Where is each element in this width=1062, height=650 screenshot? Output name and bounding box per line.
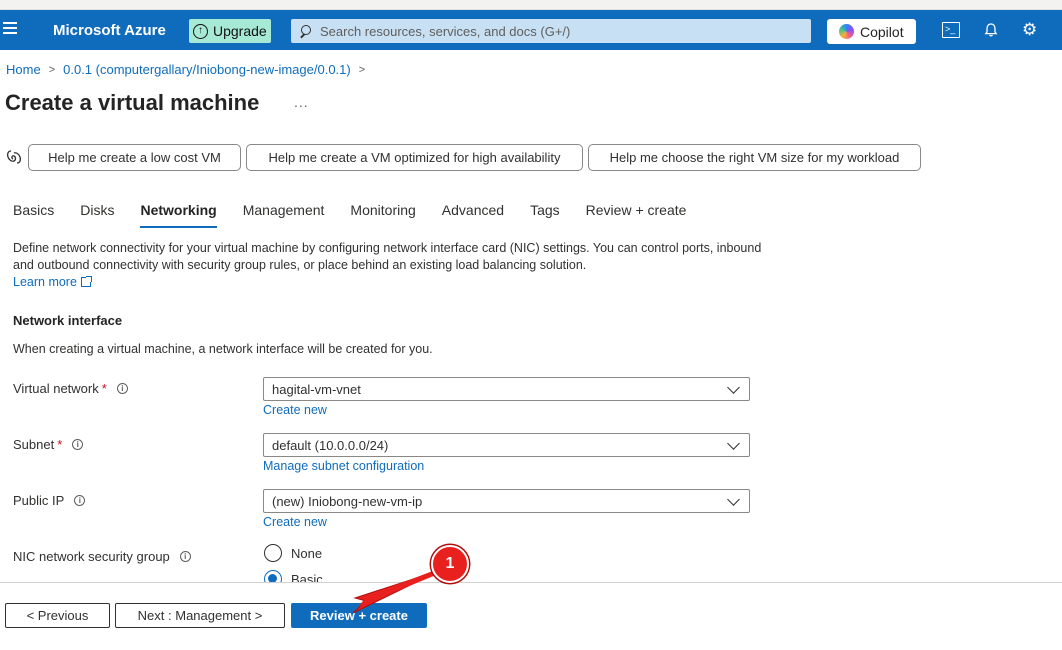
virtual-network-label-text: Virtual network	[13, 381, 99, 396]
public-ip-label-text: Public IP	[13, 493, 65, 508]
tab-review-create[interactable]: Review + create	[586, 202, 687, 228]
learn-more-label: Learn more	[13, 275, 77, 289]
annotation-step-badge: 1	[431, 545, 469, 583]
required-asterisk: *	[57, 437, 63, 452]
tab-management[interactable]: Management	[243, 202, 325, 228]
copilot-prompt-icon	[6, 150, 22, 164]
subnet-value: default (10.0.0.0/24)	[272, 437, 389, 453]
breadcrumb-home[interactable]: Home	[6, 62, 41, 77]
subnet-label-text: Subnet	[13, 437, 55, 452]
more-options-icon[interactable]: ...	[294, 94, 309, 110]
networking-description: Define network connectivity for your vir…	[13, 241, 762, 272]
section-description: When creating a virtual machine, a netwo…	[13, 342, 433, 356]
settings-gear-icon[interactable]: ⚙	[1022, 21, 1040, 38]
subnet-label: Subnet * i	[13, 437, 84, 452]
wizard-footer: < Previous Next : Management > Review + …	[0, 582, 1062, 650]
global-search-input[interactable]: Search resources, services, and docs (G+…	[291, 19, 811, 43]
nsg-radio-basic[interactable]: Basic	[264, 570, 323, 582]
page-title: Create a virtual machine	[5, 90, 260, 115]
chevron-right-icon: >	[48, 63, 56, 76]
upgrade-label: Upgrade	[213, 23, 267, 39]
public-ip-value: (new) Iniobong-new-vm-ip	[272, 493, 423, 509]
public-ip-label: Public IP i	[13, 493, 86, 508]
hamburger-menu-icon[interactable]	[3, 22, 17, 38]
tab-basics[interactable]: Basics	[13, 202, 54, 228]
public-ip-select[interactable]: (new) Iniobong-new-vm-ip	[263, 489, 750, 513]
previous-button[interactable]: < Previous	[5, 603, 110, 628]
info-icon[interactable]: i	[72, 439, 84, 450]
virtual-network-value: hagital-vm-vnet	[272, 381, 361, 397]
tab-disks[interactable]: Disks	[80, 202, 114, 228]
nsg-radio-none[interactable]: None	[264, 544, 322, 562]
copilot-button[interactable]: Copilot	[827, 19, 916, 44]
prompt-high-availability-vm[interactable]: Help me create a VM optimized for high a…	[246, 144, 583, 171]
section-title-network-interface: Network interface	[13, 313, 123, 328]
tab-advanced[interactable]: Advanced	[442, 202, 504, 228]
review-create-button[interactable]: Review + create	[291, 603, 427, 628]
upgrade-button[interactable]: ↑ Upgrade	[189, 19, 271, 43]
nsg-label-text: NIC network security group	[13, 549, 170, 564]
radio-circle	[264, 544, 282, 562]
virtual-network-label: Virtual network * i	[13, 381, 128, 396]
copilot-icon	[839, 24, 854, 39]
search-icon	[299, 25, 311, 37]
learn-more-link[interactable]: Learn more	[13, 275, 92, 289]
tab-networking[interactable]: Networking	[140, 202, 217, 228]
info-icon[interactable]: i	[116, 383, 128, 394]
create-new-vnet-link[interactable]: Create new	[263, 403, 327, 417]
chevron-right-icon: >	[358, 63, 366, 76]
chevron-down-icon	[727, 493, 740, 506]
bell-icon	[984, 23, 998, 37]
azure-top-bar: Microsoft Azure ↑ Upgrade Search resourc…	[0, 10, 1062, 50]
tab-monitoring[interactable]: Monitoring	[350, 202, 415, 228]
tab-tags[interactable]: Tags	[530, 202, 560, 228]
info-icon[interactable]: i	[74, 495, 86, 506]
subnet-select[interactable]: default (10.0.0.0/24)	[263, 433, 750, 457]
create-new-public-ip-link[interactable]: Create new	[263, 515, 327, 529]
manage-subnet-link[interactable]: Manage subnet configuration	[263, 459, 424, 473]
radio-circle-checked	[264, 570, 282, 582]
next-management-button[interactable]: Next : Management >	[115, 603, 285, 628]
copilot-label: Copilot	[860, 23, 904, 40]
cloud-shell-icon[interactable]: >_	[942, 22, 960, 38]
radio-label-none: None	[291, 545, 323, 561]
scroll-clip-region: Basic	[0, 566, 1062, 582]
required-asterisk: *	[101, 381, 107, 396]
virtual-network-select[interactable]: hagital-vm-vnet	[263, 377, 750, 401]
notifications-bell-icon[interactable]	[983, 22, 1001, 38]
breadcrumb-image[interactable]: 0.0.1 (computergallary/Iniobong-new-imag…	[63, 62, 351, 77]
wizard-tabs: Basics Disks Networking Management Monit…	[13, 202, 712, 228]
chevron-down-icon	[727, 381, 740, 394]
prompt-right-vm-size[interactable]: Help me choose the right VM size for my …	[588, 144, 921, 171]
nsg-label: NIC network security group i	[13, 549, 191, 564]
breadcrumb: Home > 0.0.1 (computergallary/Iniobong-n…	[6, 62, 373, 77]
external-link-icon	[80, 276, 92, 287]
info-icon[interactable]: i	[179, 551, 191, 562]
browser-top-strip	[0, 0, 1062, 10]
prompt-low-cost-vm[interactable]: Help me create a low cost VM	[28, 144, 241, 171]
radio-label-basic: Basic	[291, 571, 323, 583]
search-placeholder: Search resources, services, and docs (G+…	[320, 23, 571, 39]
chevron-down-icon	[727, 437, 740, 450]
arrow-up-circle-icon: ↑	[193, 23, 208, 39]
brand-logo-text[interactable]: Microsoft Azure	[53, 22, 166, 39]
